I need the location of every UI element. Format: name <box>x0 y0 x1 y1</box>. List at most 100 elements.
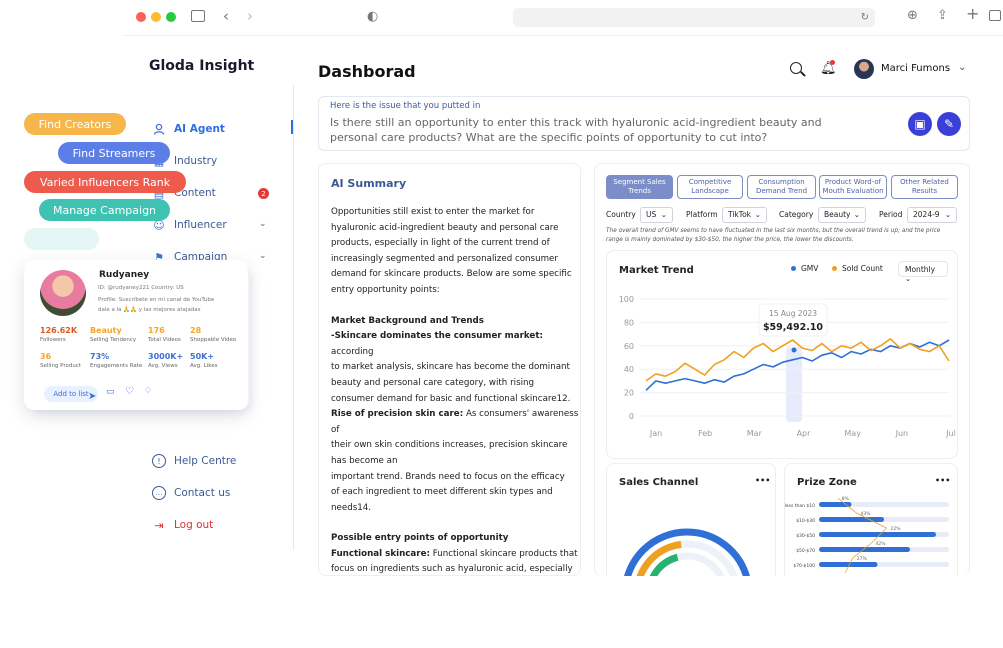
find-streamers-tag[interactable]: Find Streamers <box>58 142 170 164</box>
filter-category-label: Category <box>779 210 814 219</box>
reload-icon[interactable]: ↻ <box>861 11 869 25</box>
stat-label: Shoppable Video <box>190 337 237 343</box>
download-icon[interactable]: ⊕ <box>907 9 918 23</box>
creator-name: Rudyaney <box>99 270 150 280</box>
stat-value: 50K+ <box>190 352 215 361</box>
more-options-icon[interactable]: ••• <box>755 476 770 485</box>
user-name[interactable]: Marci Fumons <box>881 63 950 74</box>
sidebar-item-label: Log out <box>174 519 214 531</box>
sidebar-item-ai-agent[interactable]: AI Agent <box>152 122 225 136</box>
market-trend-chart: 0 20 40 60 80 100 Jan Feb Mar Apr May Jun Jul 15 Aug … <box>619 295 956 438</box>
varied-influencers-rank-tag[interactable]: Varied Influencers Rank <box>24 171 186 193</box>
sidebar-item-label: Influencer <box>174 219 227 231</box>
clipboard-button[interactable]: ▣ <box>908 112 932 136</box>
forward-icon[interactable]: › <box>247 9 253 24</box>
sidebar-item-contact[interactable]: … Contact us <box>152 486 230 500</box>
maximize-window-icon[interactable] <box>166 12 176 22</box>
clipboard-icon: ▣ <box>914 117 926 131</box>
y-tick-label: 20 <box>624 389 634 398</box>
prize-label: $30-$50 <box>796 533 815 539</box>
back-icon[interactable]: ‹ <box>223 9 229 24</box>
tab-consumption-demand[interactable]: Consumption Demand Trend <box>747 175 816 199</box>
shield-icon: ◐ <box>367 9 379 24</box>
summary-line: Opportunities still exist to enter the m… <box>331 207 535 217</box>
tabs-overview-icon[interactable] <box>989 10 1001 21</box>
bullet-text: Functional skincare products that <box>429 548 578 559</box>
tab-word-of-mouth[interactable]: Product Word-of Mouth Evaluation <box>819 175 887 199</box>
creator-profile: Profile: Suscríbete en mi canal de YouTu… <box>98 297 215 303</box>
new-tab-icon[interactable]: + <box>966 6 979 22</box>
prize-bar <box>819 532 936 537</box>
find-creators-tag[interactable]: Find Creators <box>24 113 126 135</box>
y-tick-label: 80 <box>624 318 634 327</box>
prize-zone-title: Prize Zone <box>797 477 857 488</box>
prize-pct: 22% <box>891 526 902 532</box>
minimize-window-icon[interactable] <box>151 12 161 22</box>
stat-label: Selling Tendency <box>90 337 137 343</box>
stat-value: 126.62K <box>40 326 78 335</box>
chat-icon: … <box>152 486 166 500</box>
summary-line: consumer demand for basic and functional… <box>331 393 571 404</box>
sidebar-toggle-icon[interactable] <box>191 10 205 22</box>
sidebar-item-help[interactable]: ! Help Centre <box>152 454 236 468</box>
filter-platform-select[interactable]: TikTok ⌄ <box>722 207 767 223</box>
filter-country-select[interactable]: US ⌄ <box>640 207 673 223</box>
summary-bullet: Rise of precision skin care: As consumer… <box>331 407 580 438</box>
sales-channel-title: Sales Channel <box>619 477 699 488</box>
tab-competitive-landscape[interactable]: Competitive Landscape <box>677 175 743 199</box>
prize-zone-card: Prize Zone ••• less than $10 8% $10-$30 43%… <box>784 463 958 588</box>
user-icon <box>152 122 166 136</box>
x-tick-label: Jan <box>649 429 662 438</box>
help-icon: ! <box>152 454 166 468</box>
filter-category-select[interactable]: Beauty ⌄ <box>818 207 866 223</box>
stat-label: Followers <box>40 337 66 343</box>
x-tick-label: Mar <box>747 429 763 438</box>
summary-body: Opportunities still exist to enter the m… <box>331 205 580 575</box>
summary-line: focus on ingredients such as hyaluronic … <box>331 564 573 575</box>
cursor-icon: ➤ <box>88 391 97 402</box>
stat-value: 28 <box>190 326 202 335</box>
prize-pct: 27% <box>857 556 868 562</box>
influencer-profile-card: Rudyaney ID: @rudyaney221 Country: US Pr… <box>24 260 248 410</box>
bell-icon[interactable]: ♢ <box>144 386 152 396</box>
more-options-icon[interactable]: ••• <box>935 476 950 485</box>
avatar <box>40 270 86 316</box>
share-icon[interactable]: ⇪ <box>937 9 948 23</box>
stat-label: Avg. Views <box>148 363 178 369</box>
sidebar-divider <box>293 85 294 550</box>
tab-other-results[interactable]: Other Related Results <box>891 175 958 199</box>
chevron-down-icon[interactable]: ⌄ <box>958 62 966 73</box>
sidebar-item-logout[interactable]: ⇥ Log out <box>152 518 213 532</box>
heart-icon[interactable]: ♡ <box>125 386 134 397</box>
search-icon-handle <box>800 71 806 77</box>
summary-line: products, especially in light of the cur… <box>331 238 550 249</box>
prize-bar <box>819 517 884 522</box>
y-tick-label: 0 <box>629 412 634 421</box>
address-bar[interactable]: ↻ <box>513 8 875 27</box>
summary-title: AI Summary <box>331 177 407 190</box>
prize-zone-chart: less than $108%$10-$3043%$30-$5022%$50-$… <box>785 496 949 584</box>
sales-channel-donut <box>621 528 753 588</box>
summary-line: increasingly segmented and personalized … <box>331 253 558 264</box>
manage-campaign-tag[interactable]: Manage Campaign <box>39 199 170 221</box>
filter-period-select[interactable]: 2024-9 ⌄ <box>907 207 957 223</box>
x-tick-label: Apr <box>797 429 812 438</box>
chevron-down-icon[interactable]: ⌄ <box>259 251 267 261</box>
edit-button[interactable]: ✎ <box>937 112 961 136</box>
summary-heading: Possible entry points of opportunity <box>331 533 509 544</box>
tab-segment-sales-trends[interactable]: Segment Sales Trends <box>606 175 673 199</box>
stat-label: Total Videos <box>148 337 181 343</box>
summary-line: needs14. <box>331 502 372 513</box>
page-bottom-whitespace <box>0 576 1003 648</box>
close-window-icon[interactable] <box>136 12 146 22</box>
issue-text-line1: Is there still an opportunity to enter t… <box>330 116 822 129</box>
browser-toolbar: ‹ › ◐ ↻ ⊕ ⇪ + <box>123 0 1003 36</box>
filter-platform-label: Platform <box>686 210 718 219</box>
summary-line: entry opportunity points: <box>331 284 440 295</box>
chevron-down-icon[interactable]: ⌄ <box>259 219 267 229</box>
stat-value: 176 <box>148 326 165 335</box>
user-avatar[interactable] <box>854 59 874 79</box>
message-icon[interactable]: ▭ <box>106 387 115 397</box>
tooltip-value: $59,492.10 <box>763 322 823 333</box>
sidebar-item-label: Help Centre <box>174 455 237 467</box>
